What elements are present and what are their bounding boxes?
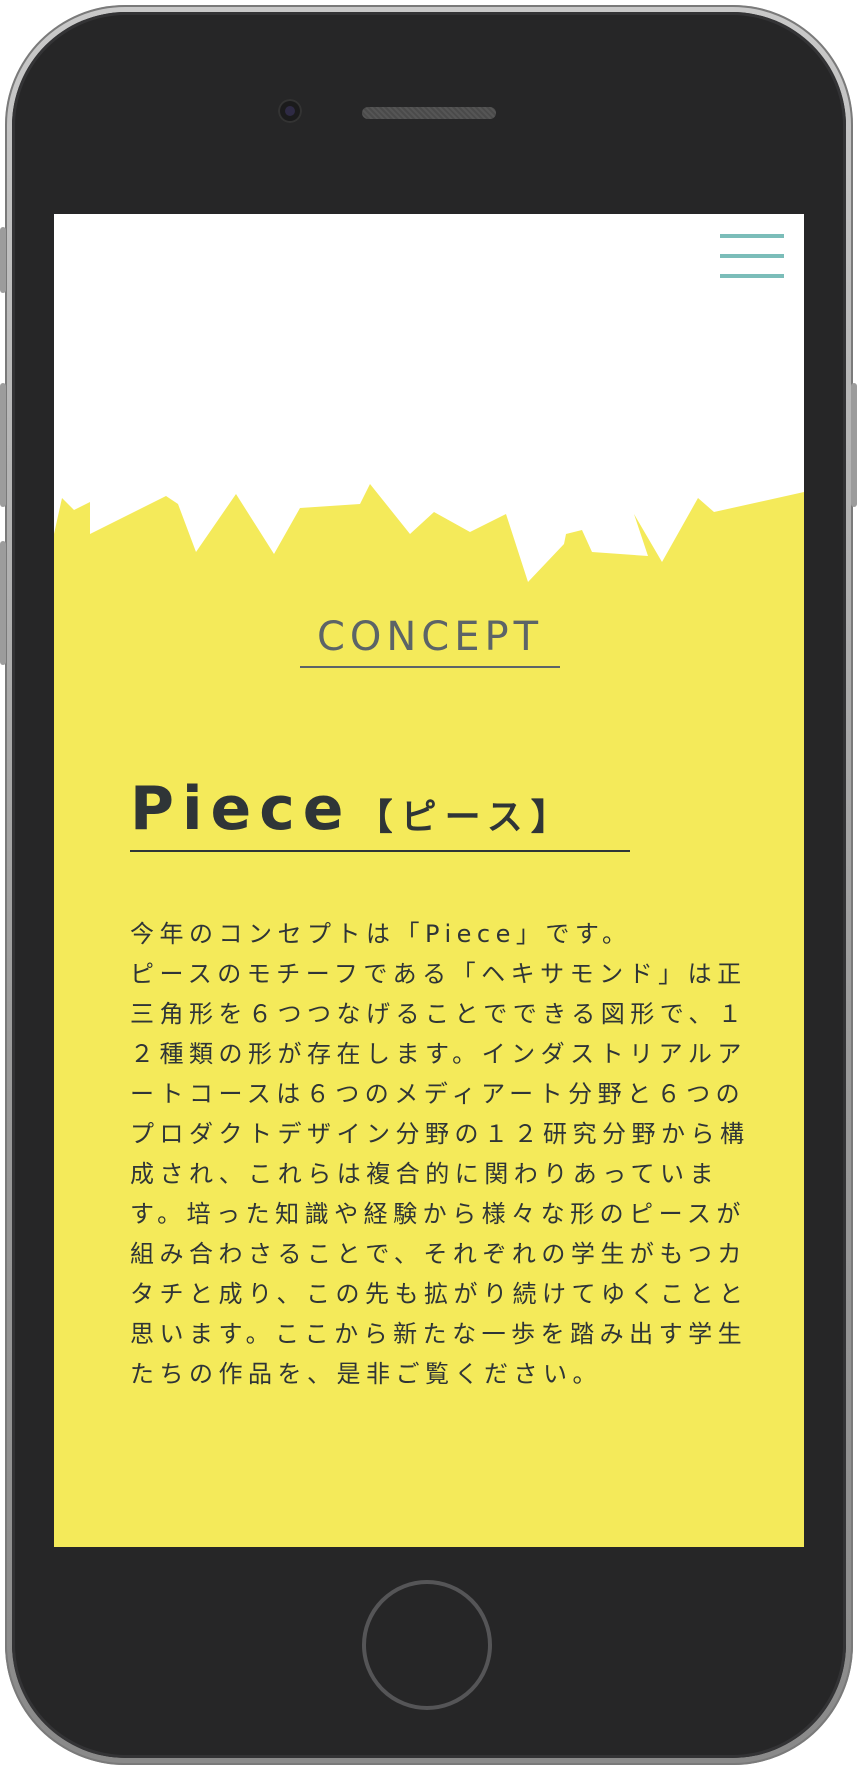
volume-up-button <box>0 383 6 507</box>
body-line: ２種類の形が存在します。インダストリアルア <box>130 1040 747 1068</box>
hamburger-menu-button[interactable] <box>720 234 784 280</box>
concept-body-text: 今年のコンセプトは「Piece」です。 ピースのモチーフである「ヘキサモンド」は… <box>130 914 750 1394</box>
volume-down-button <box>0 541 6 665</box>
body-line: 三角形を６つつなげることでできる図形で、１ <box>130 1000 748 1028</box>
piece-title-heading: Piece 【ピース】 <box>130 774 630 852</box>
body-line: 思います。ここから新たな一歩を踏み出す学生 <box>130 1320 748 1348</box>
menu-bar-top <box>720 234 784 238</box>
menu-bar-bottom <box>720 274 784 278</box>
body-line: 組み合わさることで、それぞれの学生がもつカ <box>130 1240 747 1268</box>
body-line: タチと成り、この先も拡がり続けてゆくことと <box>130 1280 749 1308</box>
body-line: たちの作品を、是非ご覧ください。 <box>130 1360 602 1388</box>
concept-section-heading: CONCEPT <box>300 614 560 668</box>
body-line: 成され、これらは複合的に関わりあっていま <box>130 1160 720 1188</box>
body-line: 今年のコンセプトは「Piece」です。 <box>130 920 632 948</box>
body-line: す。培った知識や経験から様々な形のピースが <box>130 1200 746 1228</box>
home-button[interactable] <box>362 1580 492 1710</box>
power-button <box>851 383 857 507</box>
mute-switch <box>0 227 6 293</box>
menu-bar-middle <box>720 254 784 258</box>
phone-screen: CONCEPT Piece 【ピース】 今年のコンセプトは「Piece」です。 … <box>54 214 804 1547</box>
piece-title-kana: 【ピース】 <box>356 797 575 838</box>
piece-title: Piece <box>130 774 352 844</box>
front-camera-icon <box>278 99 302 123</box>
body-line: プロダクトデザイン分野の１２研究分野から構 <box>130 1120 750 1148</box>
body-line: ートコースは６つのメディアート分野と６つの <box>130 1080 746 1108</box>
earpiece-speaker <box>362 107 496 119</box>
body-line: ピースのモチーフである「ヘキサモンド」は正 <box>130 960 747 988</box>
